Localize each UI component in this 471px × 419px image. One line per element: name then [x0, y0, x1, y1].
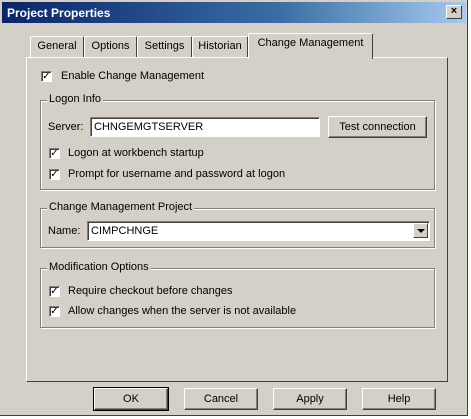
ok-button[interactable]: OK — [93, 387, 169, 411]
allow-offline-changes-checkbox[interactable]: ✓ — [49, 306, 60, 317]
tab-change-management[interactable]: Change Management — [248, 33, 373, 59]
close-button[interactable]: × — [446, 5, 462, 19]
test-connection-button[interactable]: Test connection — [328, 116, 427, 138]
modification-options-title: Modification Options — [47, 261, 151, 273]
tab-label: Change Management — [257, 37, 364, 49]
prompt-credentials-label: Prompt for username and password at logo… — [68, 168, 286, 180]
change-management-panel: ✓ Enable Change Management Logon Info Se… — [26, 57, 448, 382]
project-properties-dialog: Project Properties × General Options Set… — [0, 0, 468, 416]
modification-options-group: Modification Options ✓ Require checkout … — [40, 261, 435, 328]
enable-change-management-label: Enable Change Management — [61, 70, 205, 82]
help-button[interactable]: Help — [362, 388, 436, 410]
logon-startup-checkbox[interactable]: ✓ — [49, 148, 60, 159]
logon-info-group: Logon Info Server: CHNGEMGTSERVER Test c… — [40, 93, 435, 190]
check-mark-icon: ✓ — [50, 286, 59, 297]
require-checkout-checkbox[interactable]: ✓ — [49, 286, 60, 297]
tab-settings[interactable]: Settings — [137, 36, 192, 57]
tab-label: General — [37, 40, 77, 52]
change-management-project-group: Change Management Project Name: CIMPCHNG… — [40, 201, 435, 248]
check-mark-icon: ✓ — [42, 71, 51, 82]
server-label: Server: — [48, 121, 84, 133]
tab-label: Options — [91, 40, 130, 52]
logon-startup-label: Logon at workbench startup — [68, 147, 204, 159]
tab-historian[interactable]: Historian — [192, 36, 248, 57]
window-title: Project Properties — [7, 6, 111, 20]
tab-options[interactable]: Options — [84, 36, 137, 57]
tab-label: Settings — [144, 40, 185, 52]
tab-general[interactable]: General — [30, 36, 84, 57]
server-input[interactable]: CHNGEMGTSERVER — [90, 117, 320, 137]
tab-label: Historian — [198, 40, 242, 52]
close-icon: × — [450, 5, 458, 17]
project-name-label: Name: — [48, 225, 81, 237]
check-mark-icon: ✓ — [50, 169, 59, 180]
change-management-project-title: Change Management Project — [47, 201, 195, 213]
enable-change-management-checkbox[interactable]: ✓ — [41, 71, 52, 82]
require-checkout-label: Require checkout before changes — [68, 285, 233, 297]
project-name-select[interactable]: CIMPCHNGE — [87, 221, 430, 241]
allow-offline-changes-label: Allow changes when the server is not ava… — [68, 305, 297, 317]
title-bar: Project Properties × — [2, 2, 466, 23]
chevron-down-icon[interactable] — [413, 223, 428, 238]
logon-info-title: Logon Info — [47, 93, 103, 105]
project-name-value: CIMPCHNGE — [91, 225, 159, 237]
check-mark-icon: ✓ — [50, 306, 59, 317]
cancel-button[interactable]: Cancel — [184, 388, 258, 410]
check-mark-icon: ✓ — [50, 148, 59, 159]
apply-button[interactable]: Apply — [273, 388, 347, 410]
prompt-credentials-checkbox[interactable]: ✓ — [49, 169, 60, 180]
